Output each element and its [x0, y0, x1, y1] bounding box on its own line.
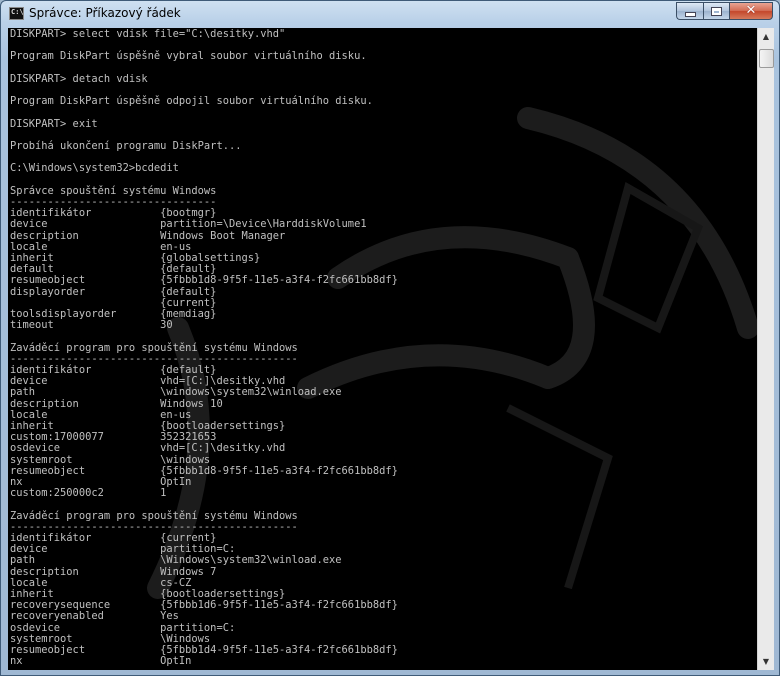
scroll-down-button[interactable]: ▼ — [758, 653, 774, 670]
console-line: DISKPART> exit — [10, 117, 98, 130]
cmd-icon[interactable]: C:\ — [9, 7, 24, 20]
cmd-icon-label: C:\ — [11, 8, 24, 16]
console-output[interactable]: DISKPART> select vdisk file="C:\desitky.… — [8, 28, 757, 670]
scroll-up-button[interactable]: ▲ — [758, 28, 774, 45]
console-line: description Windows 10 — [10, 397, 223, 410]
minimize-icon — [684, 12, 696, 17]
console-line: Program DiskPart úspěšně odpojil soubor … — [10, 95, 373, 108]
minimize-button[interactable] — [676, 2, 703, 20]
console-line: displayorder {default} — [10, 285, 217, 298]
console-line: timeout 30 — [10, 319, 173, 332]
console-line: path \Windows\system32\winload.exe — [10, 554, 342, 567]
window-title: Správce: Příkazový řádek — [29, 6, 181, 20]
console-line: device partition=\Device\HarddiskVolume1 — [10, 218, 367, 231]
console-line: path \windows\system32\winload.exe — [10, 386, 342, 399]
console-line: custom:250000c2 1 — [10, 487, 167, 500]
console-line: Zaváděcí program pro spouštění systému W… — [10, 509, 298, 522]
console-line: osdevice partition=C: — [10, 621, 236, 634]
console-line: Zaváděcí program pro spouštění systému W… — [10, 341, 298, 354]
console-line: description Windows Boot Manager — [10, 229, 286, 242]
console-line: description Windows 7 — [10, 565, 217, 578]
console-line: nx OptIn — [10, 655, 192, 668]
console-line: osdevice vhd=[C:]\desitky.vhd — [10, 442, 286, 455]
console-line: recoveryenabled Yes — [10, 610, 179, 623]
console-line: Program DiskPart úspěšně vybral soubor v… — [10, 50, 367, 63]
caption-buttons: ✕ — [676, 2, 773, 21]
console-line: systemroot \windows — [10, 453, 211, 466]
maximize-button[interactable] — [703, 2, 729, 20]
command-prompt-window: C:\ Správce: Příkazový řádek ✕ DISKPART>… — [0, 0, 780, 676]
console-line: Probíhá ukončení programu DiskPart... — [10, 140, 242, 152]
scroll-thumb[interactable] — [759, 49, 774, 68]
scroll-down-arrow-icon: ▼ — [762, 657, 770, 666]
close-icon: ✕ — [745, 3, 757, 18]
console-line: C:\Windows\system32>bcdedit — [10, 162, 179, 175]
console-line: DISKPART> detach vdisk — [10, 72, 148, 85]
maximize-icon — [712, 7, 721, 15]
close-button[interactable]: ✕ — [729, 2, 773, 20]
vertical-scrollbar[interactable]: ▲ ▼ — [757, 28, 774, 670]
console-line: DISKPART> select vdisk file="C:\desitky.… — [10, 28, 286, 40]
scroll-up-arrow-icon: ▲ — [762, 32, 770, 41]
title-bar[interactable]: C:\ Správce: Příkazový řádek ✕ — [1, 1, 779, 27]
console-line: resumeobject {5fbbb1d8-9f5f-11e5-a3f4-f2… — [10, 274, 398, 287]
